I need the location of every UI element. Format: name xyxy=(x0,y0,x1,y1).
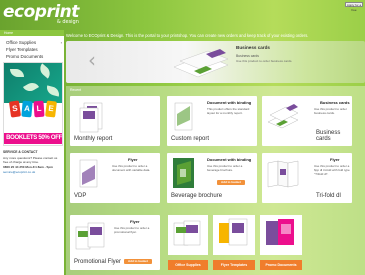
product-tile-custom-report[interactable]: Document with binding This product offer… xyxy=(167,96,257,146)
vdp-image xyxy=(79,159,98,188)
promo-documents-image xyxy=(260,215,302,255)
product-name: VDP xyxy=(74,193,87,199)
product-tile-beverage-brochure[interactable]: Document with binding Use this product t… xyxy=(167,153,257,203)
contact-heading: SERVICE & CONTACT xyxy=(3,150,38,154)
sale-tag-letter: L xyxy=(33,100,45,118)
tile-description: Use this product to order a document wit… xyxy=(112,164,151,172)
header: ecoprint & design Apply for a free xyxy=(0,0,365,30)
tile-title: Business cards xyxy=(320,100,350,105)
hero-description: Use this product to order business cards… xyxy=(236,59,293,63)
add-to-basket-button[interactable]: Add to basket xyxy=(124,259,152,264)
sidebar-item-flyer-templates[interactable]: Flyer Templates xyxy=(0,46,64,53)
product-name: Beverage brochure xyxy=(171,193,223,199)
office-supplies-image xyxy=(168,215,208,255)
product-name: Tri-fold dl xyxy=(316,193,341,199)
welcome-text: Welcome to ECOprint & Design. This is th… xyxy=(66,33,309,38)
tile-description: Use this product to order a promotional … xyxy=(114,226,150,234)
product-tile-vdp[interactable]: Flyer Use this product to order a docume… xyxy=(70,153,160,203)
advert-graphic xyxy=(4,63,62,103)
product-tile-tri-fold-dl[interactable]: Flyer Use this product to order a 6pp dl… xyxy=(262,153,352,203)
tile-description: Use this product to order a 6pp dl tri-f… xyxy=(314,164,350,176)
promotional-flyer-image xyxy=(75,222,105,250)
chevron-left-icon[interactable]: ‹ xyxy=(88,48,96,72)
tile-title: Flyer xyxy=(128,157,138,162)
sale-advert[interactable]: S A L E BOOKLETS 50% OFF xyxy=(3,62,63,146)
product-name: Custom report xyxy=(171,136,210,142)
sidebar-nav: Office Supplies › Flyer Templates Promo D… xyxy=(0,39,64,60)
beverage-brochure-image xyxy=(173,158,194,188)
business-cards-image xyxy=(267,104,299,129)
product-tile-promotional-flyer[interactable]: Flyer Use this product to order a promot… xyxy=(70,215,160,270)
sidebar-item-office-supplies[interactable]: Office Supplies › xyxy=(0,39,64,46)
product-tile-monthly-report[interactable]: Monthly report xyxy=(70,96,160,146)
apply-button[interactable]: Apply for a free xyxy=(345,2,363,12)
sidebar-item-label: Office Supplies xyxy=(6,40,37,45)
product-name: Monthly report xyxy=(74,136,113,142)
flyer-templates-image xyxy=(213,215,255,255)
tile-description: Use this product to order business cards… xyxy=(314,107,347,115)
hero-carousel[interactable]: ‹ Business cards Business cards Use this… xyxy=(66,41,365,83)
add-to-basket-button[interactable]: Add to basket xyxy=(217,180,245,185)
leaf-icon xyxy=(37,63,53,79)
custom-report-image xyxy=(174,102,193,131)
leaf-icon xyxy=(22,80,40,94)
office-supplies-button[interactable]: Office Supplies xyxy=(168,260,208,270)
tile-title: Flyer xyxy=(130,219,140,224)
contact-phone: 0800 20 44 250 Mon-Fri 8am - 5pm xyxy=(3,165,53,169)
tile-description: This product offers the standard layout … xyxy=(207,107,250,115)
contact-email[interactable]: service@ecoprint.co.uk xyxy=(3,170,63,174)
panel-label: Recent xyxy=(70,88,82,92)
monthly-report-image xyxy=(79,102,103,133)
sidebar-home[interactable]: Home xyxy=(0,30,64,36)
product-name: Business cards xyxy=(316,130,341,142)
leaf-icon xyxy=(45,85,61,97)
hero-subtitle: Business cards xyxy=(236,54,259,58)
product-name: Promotional Flyer xyxy=(74,259,122,265)
contact-question: Any more questions? Please contact us fr… xyxy=(3,156,58,164)
sidebar-item-label: Flyer Templates xyxy=(6,47,38,52)
contact-box: SERVICE & CONTACT Any more questions? Pl… xyxy=(3,150,63,175)
brand-logo[interactable]: ecoprint & design xyxy=(3,2,79,25)
business-card-image xyxy=(173,49,229,78)
chevron-right-icon: › xyxy=(60,40,62,45)
hero-title: Business cards xyxy=(236,45,270,50)
portal-window: ecoprint & design Apply for a free Home … xyxy=(0,0,365,275)
tri-fold-image xyxy=(267,160,299,188)
sale-tag-letter: A xyxy=(21,100,33,118)
sale-tag-letter: E xyxy=(45,100,57,118)
advert-banner: BOOKLETS 50% OFF xyxy=(4,133,62,144)
leaf-icon xyxy=(10,69,24,77)
flyer-templates-button[interactable]: Flyer Templates xyxy=(213,260,255,270)
sidebar-item-promo-documents[interactable]: Promo Documents xyxy=(0,53,64,60)
tile-description: Use this product to order a beverage bro… xyxy=(207,164,243,172)
sale-tags: S A L E xyxy=(8,100,58,121)
promo-documents-button[interactable]: Promo Documents xyxy=(260,260,302,270)
tile-title: Document with binding xyxy=(207,157,252,162)
tile-title: Document with binding xyxy=(207,100,252,105)
tile-title: Flyer xyxy=(330,157,340,162)
sale-tag-letter: S xyxy=(8,100,22,118)
product-tile-business-cards[interactable]: Business cards Use this product to order… xyxy=(262,96,352,146)
sidebar-item-label: Promo Documents xyxy=(6,54,44,59)
brand-tagline: & design xyxy=(56,19,79,25)
